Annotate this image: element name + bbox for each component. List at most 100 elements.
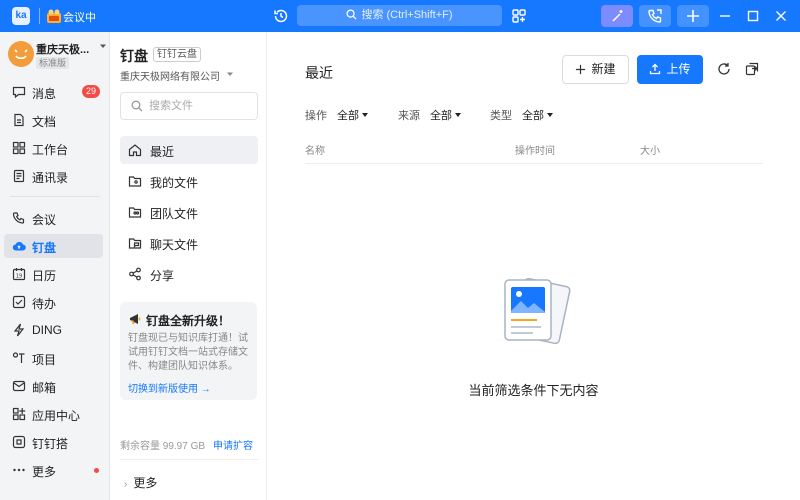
promo-text: 钉盘现已与知识库打通！试试用钉钉文档一站式存储文件、构建团队知识体系。 [128,333,248,372]
calendar-icon: 19 [12,268,26,281]
nav-item-label: 项目 [32,353,57,367]
drive-title: 钉盘 [120,48,148,64]
filter-source[interactable]: 来源 全部 [398,107,461,123]
nav-item-ding[interactable]: DING [4,318,103,342]
nav-item-label: 工作台 [32,143,69,157]
nav-item-contacts[interactable]: 通讯录 [4,164,103,188]
side-item-my-files[interactable]: 我的文件 [120,167,258,195]
nav-item-label: 消息 [32,87,57,101]
nav-item-more[interactable]: 更多 [4,458,103,482]
nav-item-label: 钉盘 [32,241,57,255]
new-button[interactable]: 新建 [562,55,629,84]
nav-item-label: 通讯录 [32,171,69,185]
side-item-recent[interactable]: 最近 [120,136,258,164]
empty-state-message: 当前筛选条件下无内容 [468,383,599,398]
request-expansion-link[interactable]: 申请扩容 [213,441,253,452]
ai-wand-icon [612,10,623,22]
global-search-input[interactable]: 搜索 (Ctrl+Shift+F) [297,5,502,26]
filter-value[interactable]: 全部 [337,110,359,122]
side-item-label: 最近 [150,145,175,159]
nav-item-calendar[interactable]: 19 日历 [4,262,103,286]
caret-down-icon [100,44,106,48]
drive-org-switcher[interactable]: 重庆天极网络有限公司 [120,68,220,83]
minimize-icon[interactable] [717,8,733,24]
caret-down-icon [362,113,368,117]
filter-value[interactable]: 全部 [430,110,452,122]
switch-new-version-link[interactable]: 切换到新版使用 → [128,380,211,395]
org-switcher[interactable]: 重庆天极... 标准版 [6,40,106,70]
ding-icon [13,323,25,337]
nav-item-todo[interactable]: 待办 [4,290,103,314]
cloud-drive-icon [12,242,26,251]
close-icon[interactable] [773,8,789,24]
filter-label: 来源 [398,110,420,122]
nav-divider [10,196,100,197]
project-icon [12,352,25,363]
column-header-name[interactable]: 名称 [305,142,325,157]
chevron-right-icon: › [124,479,128,490]
my-files-folder-icon [128,176,142,187]
more-icon [13,468,25,472]
nav-item-cloud-drive[interactable]: 钉盘 [4,234,103,258]
meeting-status-label[interactable]: 会议中 [63,9,96,25]
nav-item-label: DING [32,323,62,337]
refresh-icon[interactable] [717,62,731,76]
empty-state-illustration [504,277,571,345]
nav-item-messages[interactable]: 消息 29 [4,80,103,104]
upgrade-promo-card: 钉盘全新升级！ 钉盘现已与知识库打通！试试用钉钉文档一站式存储文件、构建团队知识… [120,302,257,400]
nav-item-label: 日历 [32,269,57,283]
org-avatar [8,41,34,67]
smile-face-icon [14,49,28,60]
unread-badge: 29 [82,85,100,98]
home-icon [128,144,142,157]
side-item-label: 我的文件 [150,176,199,190]
filter-type[interactable]: 类型 全部 [490,107,553,123]
create-new-button[interactable] [677,5,709,27]
todo-icon [12,295,26,309]
upload-button[interactable]: 上传 [637,55,703,84]
nav-item-project[interactable]: 项目 [4,346,103,370]
builder-icon [12,435,26,449]
side-item-label: 团队文件 [150,207,199,221]
caret-down-icon[interactable] [227,71,233,77]
upload-icon [650,63,661,75]
org-plan-tag: 标准版 [36,57,70,69]
history-icon[interactable] [273,8,289,24]
file-search-placeholder: 搜索文件 [149,100,193,112]
side-item-chat-files[interactable]: 聊天文件 [120,229,258,257]
nav-item-label: 更多 [32,465,57,479]
megaphone-icon [130,314,141,324]
nav-item-mail[interactable]: 邮箱 [4,374,103,398]
promo-title: 钉盘全新升级！ [146,314,231,328]
filter-operation[interactable]: 操作 全部 [305,107,368,123]
meeting-icon [12,212,25,224]
page-title: 最近 [305,65,333,81]
meeting-in-progress-icon[interactable] [46,8,62,24]
drive-more-toggle[interactable]: › 更多 [124,474,157,491]
filter-label: 操作 [305,110,327,122]
app-logo[interactable]: ka [12,7,30,25]
nav-item-documents[interactable]: 文档 [4,108,103,132]
maximize-icon[interactable] [745,8,761,24]
storage-remaining: 剩余容量 99.97 GB [120,441,206,452]
file-search-input[interactable]: 搜索文件 [120,92,258,120]
side-item-share[interactable]: 分享 [120,260,258,288]
empty-state-text: 当前筛选条件下无内容 [267,380,800,399]
nav-item-workbench[interactable]: 工作台 [4,136,103,160]
apps-grid-icon[interactable] [511,8,527,24]
caret-down-icon [547,113,553,117]
ai-assistant-button[interactable] [601,5,633,27]
column-header-time[interactable]: 操作时间 [515,142,555,157]
nav-item-label: 邮箱 [32,381,57,395]
global-search-placeholder: 搜索 (Ctrl+Shift+F) [361,9,453,21]
nav-item-meeting[interactable]: 会议 [4,206,103,230]
filter-value[interactable]: 全部 [522,110,544,122]
side-item-team-files[interactable]: 团队文件 [120,198,258,226]
nav-item-app-center[interactable]: 应用中心 [4,402,103,426]
call-button[interactable] [639,5,671,27]
nav-item-builder[interactable]: 钉钉搭 [4,430,103,454]
drive-more-label: 更多 [133,476,158,490]
switch-view-icon[interactable] [745,62,759,76]
column-header-size[interactable]: 大小 [640,142,660,157]
nav-item-label: 待办 [32,297,57,311]
